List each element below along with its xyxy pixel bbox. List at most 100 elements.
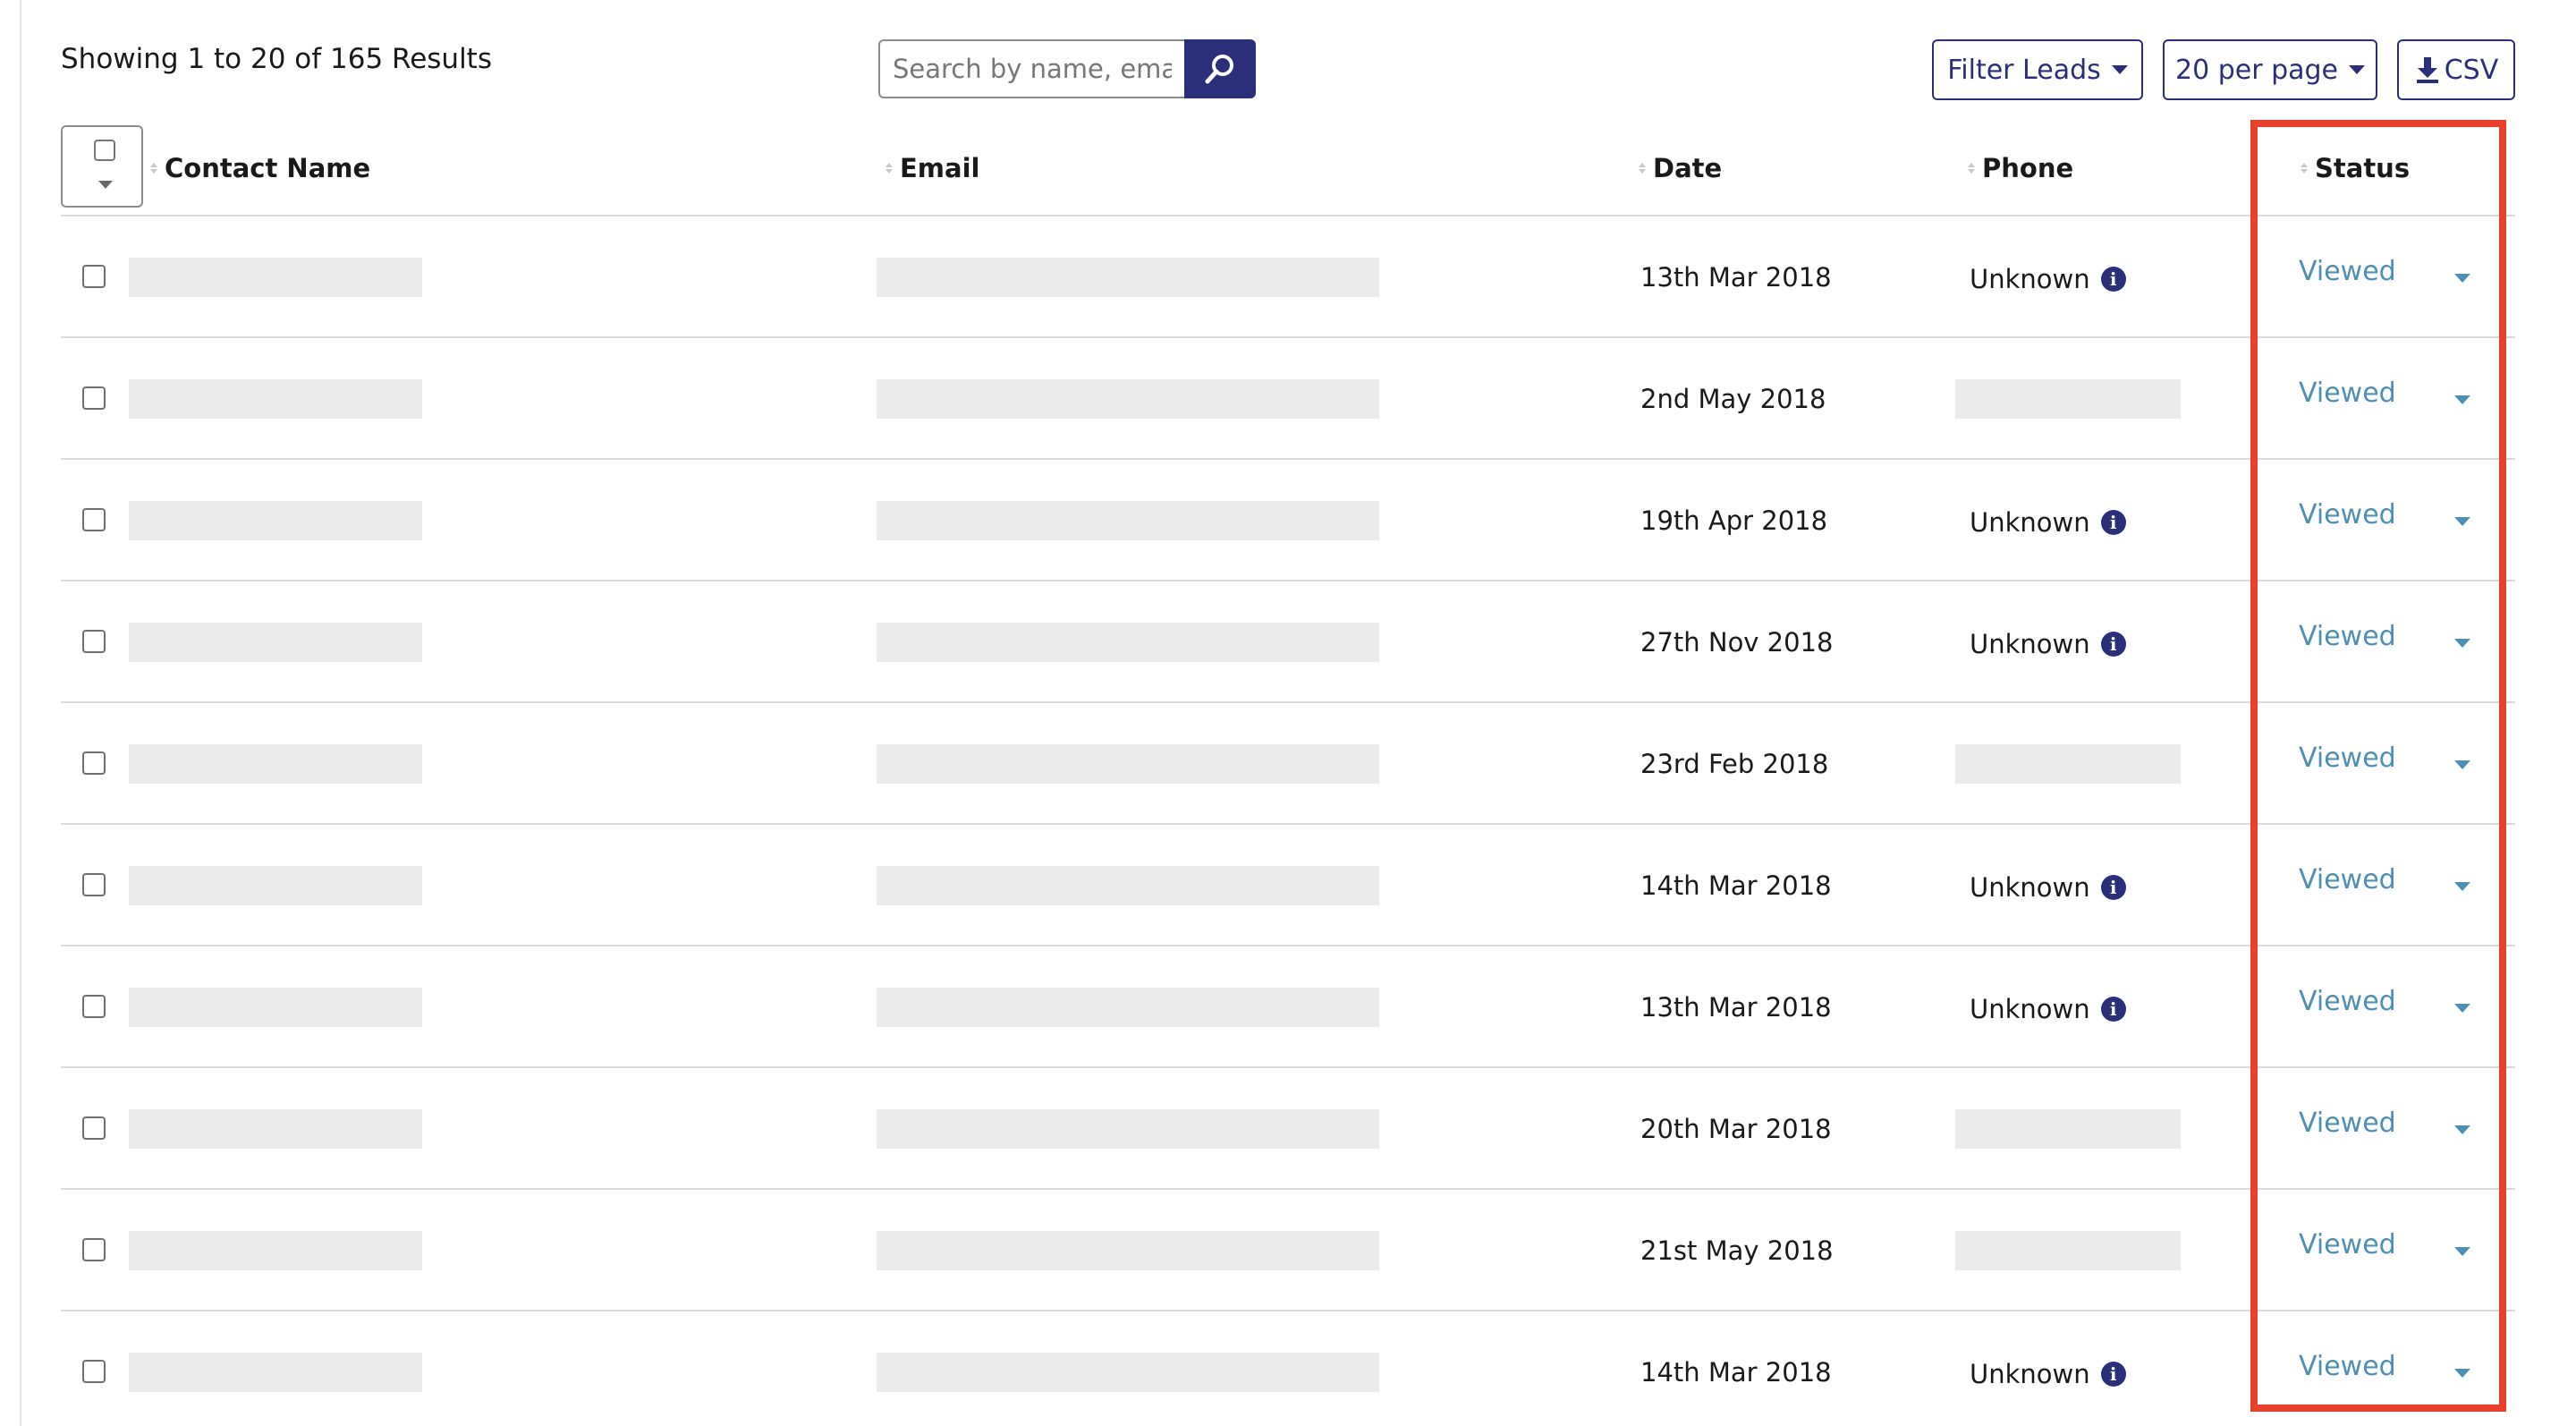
row-status[interactable]: Viewed (2299, 376, 2396, 412)
info-icon[interactable]: i (2100, 875, 2126, 900)
filter-leads-button[interactable]: Filter Leads (1932, 39, 2143, 100)
filter-leads-label: Filter Leads (1947, 54, 2101, 86)
row-status[interactable]: Viewed (2299, 862, 2396, 898)
redacted-contact-name (129, 623, 422, 662)
caret-down-icon[interactable] (2454, 517, 2470, 526)
row-phone-value: Unknown (1970, 629, 2090, 659)
redacted-contact-name (129, 988, 422, 1027)
redacted-email (877, 1109, 1379, 1149)
row-date: 14th Mar 2018 (1640, 1357, 1832, 1388)
info-icon[interactable]: i (2100, 997, 2126, 1022)
redacted-email (877, 379, 1379, 419)
row-checkbox[interactable] (82, 751, 106, 775)
results-count: Showing 1 to 20 of 165 Results (61, 43, 492, 75)
row-checkbox[interactable] (82, 1238, 106, 1261)
caret-down-icon[interactable] (2454, 882, 2470, 891)
header-contact-name-label: Contact Name (165, 153, 371, 183)
search-input[interactable] (878, 39, 1184, 98)
row-status[interactable]: Viewed (2299, 1227, 2396, 1263)
caret-down-icon (2349, 65, 2365, 74)
table-row[interactable]: 13th Mar 2018 Unknown i Viewed (61, 216, 2515, 338)
row-status[interactable]: Viewed (2299, 1349, 2396, 1385)
caret-down-icon[interactable] (2454, 395, 2470, 404)
search-bar (878, 39, 1256, 98)
row-status[interactable]: Viewed (2299, 497, 2396, 533)
header-status[interactable]: Status (2301, 150, 2410, 186)
header-date[interactable]: Date (1639, 150, 1722, 186)
row-checkbox[interactable] (82, 508, 106, 531)
info-icon[interactable]: i (2100, 1362, 2126, 1387)
row-date: 23rd Feb 2018 (1640, 749, 1829, 779)
header-email[interactable]: Email (886, 150, 979, 186)
caret-down-icon[interactable] (2454, 639, 2470, 648)
row-phone: Unknown i (1970, 626, 2126, 662)
table-row[interactable]: 27th Nov 2018 Unknown i Viewed (61, 581, 2515, 703)
caret-down-icon[interactable] (2454, 1004, 2470, 1013)
caret-down-icon[interactable] (2454, 1247, 2470, 1256)
table-row[interactable]: 2nd May 2018 Viewed (61, 338, 2515, 460)
header-contact-name[interactable]: Contact Name (150, 150, 370, 186)
per-page-label: 20 per page (2174, 54, 2338, 86)
caret-down-icon[interactable] (2454, 760, 2470, 769)
row-status[interactable]: Viewed (2299, 1106, 2396, 1142)
table-header: Contact Name Email Date Phone Status (61, 125, 2515, 216)
table-row[interactable]: 23rd Feb 2018 Viewed (61, 703, 2515, 825)
row-checkbox[interactable] (82, 386, 106, 410)
table-row[interactable]: 13th Mar 2018 Unknown i Viewed (61, 946, 2515, 1068)
table-row[interactable]: 14th Mar 2018 Unknown i Viewed (61, 825, 2515, 946)
table-row[interactable]: 19th Apr 2018 Unknown i Viewed (61, 460, 2515, 581)
redacted-contact-name (129, 1231, 422, 1270)
select-all-checkbox[interactable] (94, 140, 115, 161)
select-all-dropdown[interactable] (61, 125, 143, 208)
row-status[interactable]: Viewed (2299, 619, 2396, 655)
redacted-email (877, 744, 1379, 784)
row-date: 20th Mar 2018 (1640, 1114, 1832, 1144)
caret-down-icon (98, 181, 113, 189)
info-icon[interactable]: i (2100, 267, 2126, 292)
redacted-contact-name (129, 379, 422, 419)
row-checkbox[interactable] (82, 1116, 106, 1140)
caret-down-icon (2111, 65, 2128, 74)
row-phone: Unknown i (1970, 870, 2126, 905)
row-date: 19th Apr 2018 (1640, 505, 1828, 536)
header-status-label: Status (2315, 153, 2411, 183)
row-checkbox[interactable] (82, 265, 106, 288)
table-row[interactable]: 14th Mar 2018 Unknown i Viewed (61, 1311, 2515, 1426)
left-border (20, 0, 21, 1426)
redacted-contact-name (129, 744, 422, 784)
sort-icon (1968, 163, 1975, 174)
search-button[interactable] (1184, 39, 1256, 98)
row-checkbox[interactable] (82, 1360, 106, 1383)
row-checkbox[interactable] (82, 630, 106, 653)
redacted-email (877, 1353, 1379, 1392)
caret-down-icon[interactable] (2454, 1369, 2470, 1378)
header-phone[interactable]: Phone (1968, 150, 2073, 186)
redacted-email (877, 866, 1379, 905)
redacted-email (877, 988, 1379, 1027)
redacted-email (877, 623, 1379, 662)
caret-down-icon[interactable] (2454, 1125, 2470, 1134)
sort-icon (1639, 163, 1646, 174)
row-phone: Unknown i (1970, 1356, 2126, 1392)
csv-label: CSV (2444, 54, 2499, 86)
info-icon[interactable]: i (2100, 510, 2126, 535)
row-date: 2nd May 2018 (1640, 384, 1826, 414)
redacted-email (877, 258, 1379, 297)
row-status[interactable]: Viewed (2299, 254, 2396, 290)
row-phone-value: Unknown (1970, 1359, 2090, 1389)
redacted-contact-name (129, 866, 422, 905)
row-checkbox[interactable] (82, 995, 106, 1018)
row-checkbox[interactable] (82, 873, 106, 896)
redacted-contact-name (129, 258, 422, 297)
caret-down-icon[interactable] (2454, 274, 2470, 283)
row-date: 13th Mar 2018 (1640, 262, 1832, 293)
sort-icon (2301, 163, 2308, 174)
row-status[interactable]: Viewed (2299, 984, 2396, 1020)
table-row[interactable]: 20th Mar 2018 Viewed (61, 1068, 2515, 1190)
table-row[interactable]: 21st May 2018 Viewed (61, 1190, 2515, 1311)
csv-download-button[interactable]: CSV (2397, 39, 2515, 100)
row-status[interactable]: Viewed (2299, 741, 2396, 777)
row-phone-value: Unknown (1970, 994, 2090, 1024)
per-page-button[interactable]: 20 per page (2163, 39, 2377, 100)
info-icon[interactable]: i (2100, 632, 2126, 657)
